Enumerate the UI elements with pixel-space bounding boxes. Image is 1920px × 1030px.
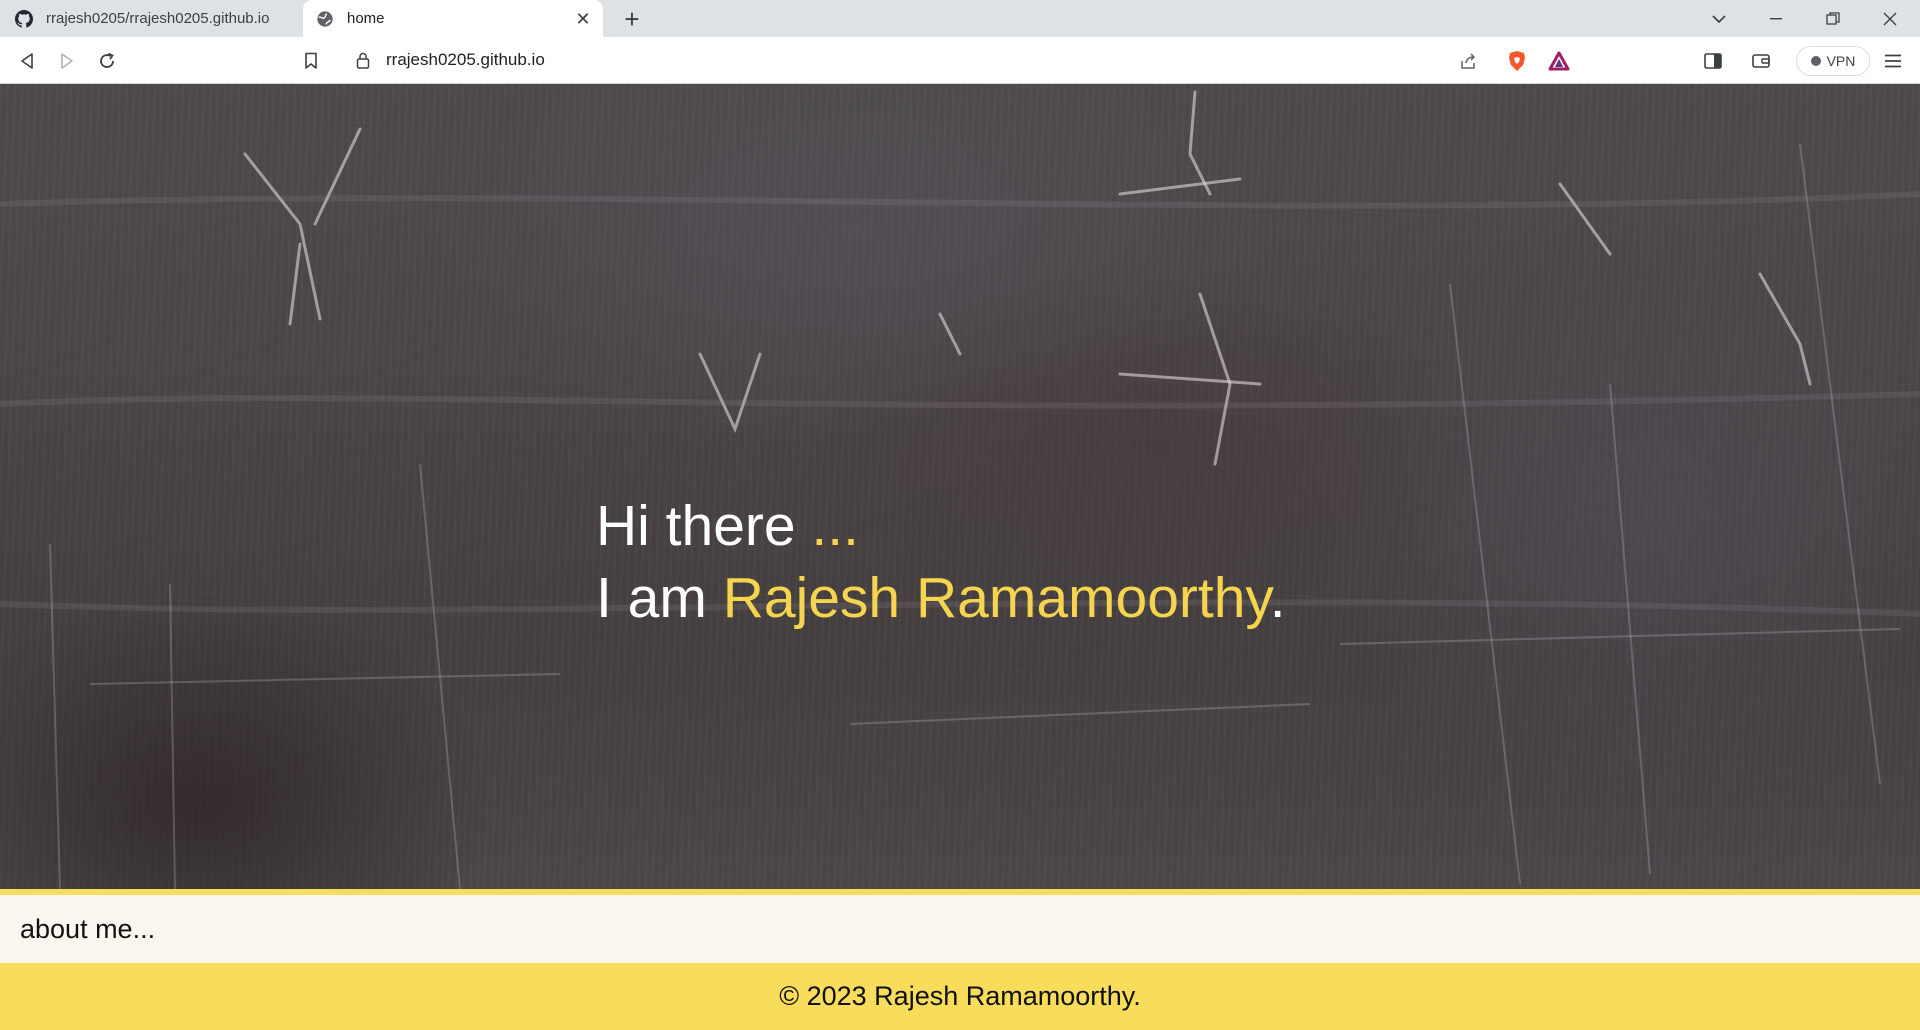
greeting-dots: ... xyxy=(811,494,859,558)
brave-shields-icon[interactable] xyxy=(1502,46,1532,76)
browser-toolbar: rrajesh0205.github.io VPN xyxy=(0,37,1920,84)
share-icon[interactable] xyxy=(1453,46,1483,76)
about-me-link[interactable]: about me... xyxy=(20,914,155,945)
copyright-text: © 2023 Rajesh Ramamoorthy. xyxy=(779,981,1141,1011)
globe-icon xyxy=(315,9,335,29)
reload-icon[interactable] xyxy=(92,46,122,76)
forward-icon[interactable] xyxy=(52,46,82,76)
close-tab-icon[interactable]: ✕ xyxy=(573,9,593,29)
sidebar-toggle-icon[interactable] xyxy=(1698,46,1728,76)
menu-icon[interactable] xyxy=(1878,46,1908,76)
close-window-icon[interactable] xyxy=(1862,0,1918,37)
footer: © 2023 Rajesh Ramamoorthy. xyxy=(0,963,1920,1030)
hero-heading: Hi there ... I am Rajesh Ramamoorthy. xyxy=(596,490,1286,634)
tab-title: home xyxy=(347,10,385,27)
new-tab-button[interactable]: + xyxy=(618,4,646,34)
chalkboard-texture xyxy=(0,90,1920,889)
brave-rewards-icon[interactable] xyxy=(1544,46,1574,76)
back-icon[interactable] xyxy=(12,46,42,76)
lock-icon[interactable] xyxy=(354,51,372,69)
vpn-label: VPN xyxy=(1826,53,1856,69)
wallet-icon[interactable] xyxy=(1746,46,1776,76)
intro-prefix: I am xyxy=(596,566,723,630)
intro-line: I am Rajesh Ramamoorthy. xyxy=(596,562,1286,634)
tab-strip: rrajesh0205/rrajesh0205.github.io home ✕… xyxy=(0,0,1920,37)
greeting-text: Hi there xyxy=(596,494,812,558)
address-bar[interactable]: rrajesh0205.github.io xyxy=(340,43,1582,77)
tab-search-chevron-icon[interactable] xyxy=(1691,0,1747,37)
greeting-line: Hi there ... xyxy=(596,490,1286,562)
bookmark-icon[interactable] xyxy=(296,46,326,76)
tab-title: rrajesh0205/rrajesh0205.github.io xyxy=(46,10,270,27)
owner-name: Rajesh Ramamoorthy xyxy=(722,566,1270,630)
tab-home[interactable]: home ✕ xyxy=(303,0,603,37)
url-text[interactable]: rrajesh0205.github.io xyxy=(386,50,545,70)
tab-github-repo[interactable]: rrajesh0205/rrajesh0205.github.io xyxy=(0,0,303,37)
github-icon xyxy=(14,9,34,29)
vpn-button[interactable]: VPN xyxy=(1796,46,1870,76)
vpn-status-icon xyxy=(1810,56,1821,66)
intro-suffix: . xyxy=(1269,566,1286,630)
hero-section: Hi there ... I am Rajesh Ramamoorthy. xyxy=(0,84,1920,889)
minimize-window-icon[interactable] xyxy=(1748,0,1804,37)
about-section: about me... xyxy=(0,895,1920,963)
restore-window-icon[interactable] xyxy=(1805,0,1861,37)
